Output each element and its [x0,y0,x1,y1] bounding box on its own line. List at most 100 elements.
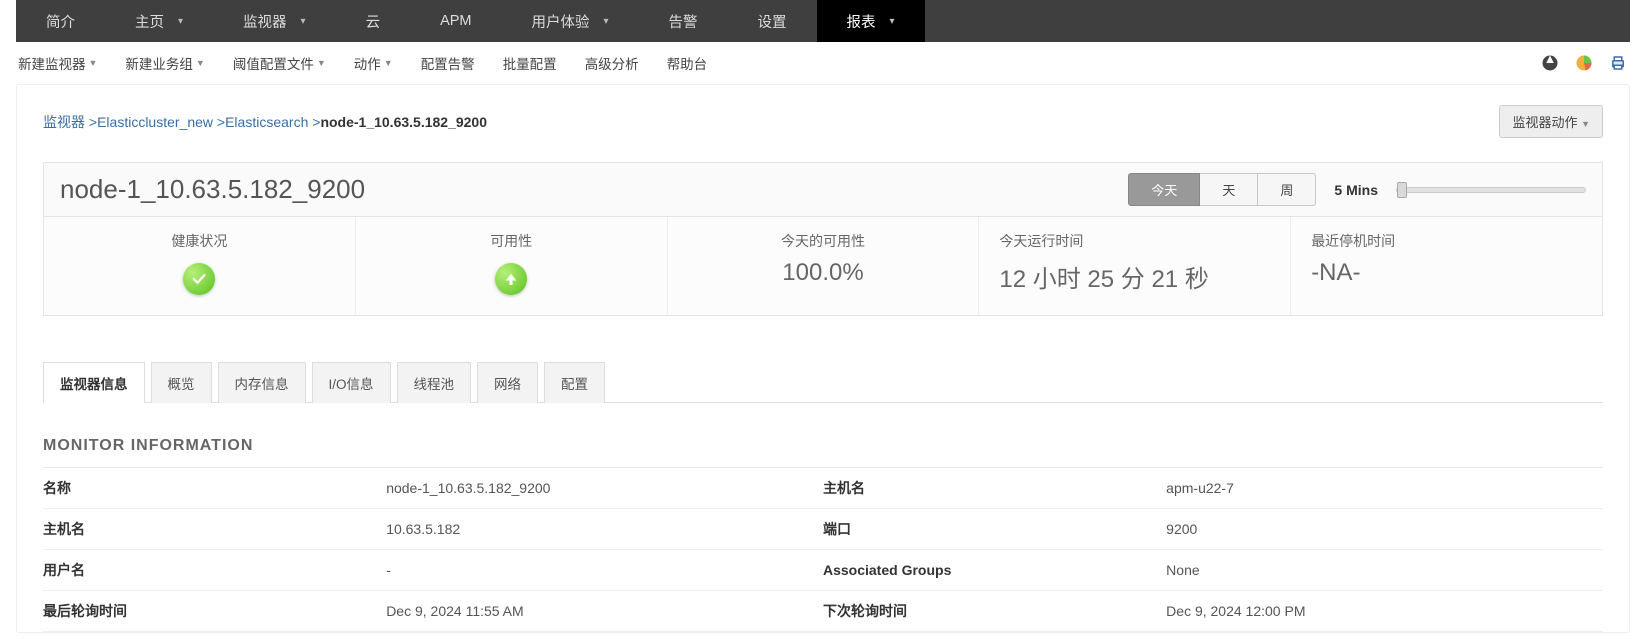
cell-key: 用户名 [43,550,386,591]
printer-icon[interactable] [1608,53,1628,73]
tab-bar: 监视器信息 概览 内存信息 I/O信息 线程池 网络 配置 [43,362,1603,403]
nav-label: APM [440,13,471,29]
breadcrumb-current: node-1_10.63.5.182_9200 [320,114,487,130]
stat-label: 今天运行时间 [999,231,1270,251]
nav-label: 监视器 [243,11,287,32]
sub-nav: 新建监视器▼ 新建业务组▼ 阈值配置文件▼ 动作▼ 配置告警 批量配置 高级分析… [0,42,1646,84]
subnav-config-alert[interactable]: 配置告警 [421,53,475,73]
nav-reports[interactable]: 报表▾ [817,0,925,42]
nav-ux[interactable]: 用户体验▾ [501,0,638,42]
top-nav: 简介 主页▾ 监视器▾ 云 APM 用户体验▾ 告警 设置 报表▾ [16,0,1630,42]
seg-week[interactable]: 周 [1258,173,1316,206]
nav-monitors[interactable]: 监视器 ▾ [213,0,336,42]
nav-label: 报表 [847,11,876,32]
tab-network[interactable]: 网络 [477,362,538,403]
nav-label: 设置 [758,11,787,32]
breadcrumb: 监视器 >Elasticcluster_new >Elasticsearch >… [43,112,487,132]
caret-down-icon: ▼ [317,58,326,68]
interval-slider[interactable] [1396,187,1586,193]
chevron-down-icon: ▾ [178,16,183,27]
health-ok-icon [183,263,215,295]
stat-value: 100.0% [688,259,959,287]
tab-monitor-info[interactable]: 监视器信息 [43,362,145,403]
stat-label: 健康状况 [64,231,335,251]
subnav-adv-analysis[interactable]: 高级分析 [585,53,639,73]
cell-key: 主机名 [823,468,1166,509]
cell-key: 名称 [43,468,386,509]
tab-threadpool[interactable]: 线程池 [397,362,472,403]
subnav-label: 高级分析 [585,53,639,73]
cell-key: Associated Groups [823,550,1166,591]
subnav-label: 新建监视器 [18,53,86,73]
subnav-label: 帮助台 [667,53,708,73]
subnav-label: 阈值配置文件 [233,53,314,73]
cell-key: 主机名 [43,509,386,550]
time-range-segment: 今天 天 周 [1128,173,1316,206]
nav-label: 告警 [669,11,698,32]
subnav-helpdesk[interactable]: 帮助台 [667,53,708,73]
nav-label: 简介 [46,11,75,32]
seg-today[interactable]: 今天 [1128,173,1200,206]
nav-cloud[interactable]: 云 [336,0,411,42]
aperture-icon[interactable] [1540,53,1560,73]
cell-value: Dec 9, 2024 11:55 AM [386,591,823,632]
cell-value: apm-u22-7 [1166,468,1603,509]
breadcrumb-link[interactable]: Elasticsearch [225,114,308,130]
monitor-info-table: 名称 node-1_10.63.5.182_9200 主机名 apm-u22-7… [43,468,1603,632]
stat-health: 健康状况 [44,217,356,315]
cell-key: 下次轮询时间 [823,591,1166,632]
caret-down-icon: ▼ [196,58,205,68]
tab-memory[interactable]: 内存信息 [218,362,306,403]
table-row: 名称 node-1_10.63.5.182_9200 主机名 apm-u22-7 [43,468,1603,509]
cell-value: - [386,550,823,591]
stat-value: -NA- [1311,259,1582,287]
subnav-new-monitor[interactable]: 新建监视器▼ [18,53,97,73]
chevron-down-icon: ▾ [603,16,608,27]
chevron-down-icon: ▾ [301,16,306,27]
tab-io[interactable]: I/O信息 [312,362,391,403]
cell-key: 最后轮询时间 [43,591,386,632]
tab-config[interactable]: 配置 [544,362,605,403]
cell-value: None [1166,550,1603,591]
section-title: MONITOR INFORMATION [43,437,1603,455]
table-row: 主机名 10.63.5.182 端口 9200 [43,509,1603,550]
breadcrumb-row: 监视器 >Elasticcluster_new >Elasticsearch >… [43,105,1603,138]
sub-nav-right [1540,53,1628,73]
title-controls: 今天 天 周 5 Mins [1128,173,1586,206]
nav-home[interactable]: 主页 ▾ [105,0,213,42]
interval-label: 5 Mins [1334,182,1378,198]
nav-apm[interactable]: APM [410,0,501,42]
cell-value: 10.63.5.182 [386,509,823,550]
subnav-actions[interactable]: 动作▼ [354,53,393,73]
button-label: 监视器动作 [1512,115,1577,130]
breadcrumb-link[interactable]: Elasticcluster_new [97,114,213,130]
stat-avail: 可用性 [356,217,668,315]
breadcrumb-text: Elasticsearch [225,114,308,130]
subnav-threshold[interactable]: 阈值配置文件▼ [233,53,326,73]
seg-day[interactable]: 天 [1200,173,1258,206]
stat-label: 最近停机时间 [1311,231,1582,251]
stat-today-avail: 今天的可用性 100.0% [668,217,980,315]
info-table-wrap: 名称 node-1_10.63.5.182_9200 主机名 apm-u22-7… [43,467,1603,632]
nav-alert[interactable]: 告警 [639,0,728,42]
nav-label: 主页 [135,11,164,32]
breadcrumb-text: 监视器 [43,114,85,130]
breadcrumb-text: Elasticcluster_new [97,114,213,130]
table-row: 用户名 - Associated Groups None [43,550,1603,591]
cell-value: Dec 9, 2024 12:00 PM [1166,591,1603,632]
monitor-actions-button[interactable]: 监视器动作 ▼ [1499,105,1603,138]
stat-label: 今天的可用性 [688,231,959,251]
chart-pie-icon[interactable] [1574,53,1594,73]
cell-value: 9200 [1166,509,1603,550]
breadcrumb-link[interactable]: 监视器 [43,114,85,130]
nav-intro[interactable]: 简介 [16,0,105,42]
subnav-label: 新建业务组 [125,53,193,73]
subnav-bulk-config[interactable]: 批量配置 [503,53,557,73]
slider-thumb[interactable] [1397,182,1407,198]
subnav-label: 批量配置 [503,53,557,73]
avail-up-icon [495,263,527,295]
nav-settings[interactable]: 设置 [728,0,817,42]
tab-overview[interactable]: 概览 [151,362,212,403]
subnav-new-group[interactable]: 新建业务组▼ [125,53,204,73]
subnav-label: 动作 [354,53,381,73]
